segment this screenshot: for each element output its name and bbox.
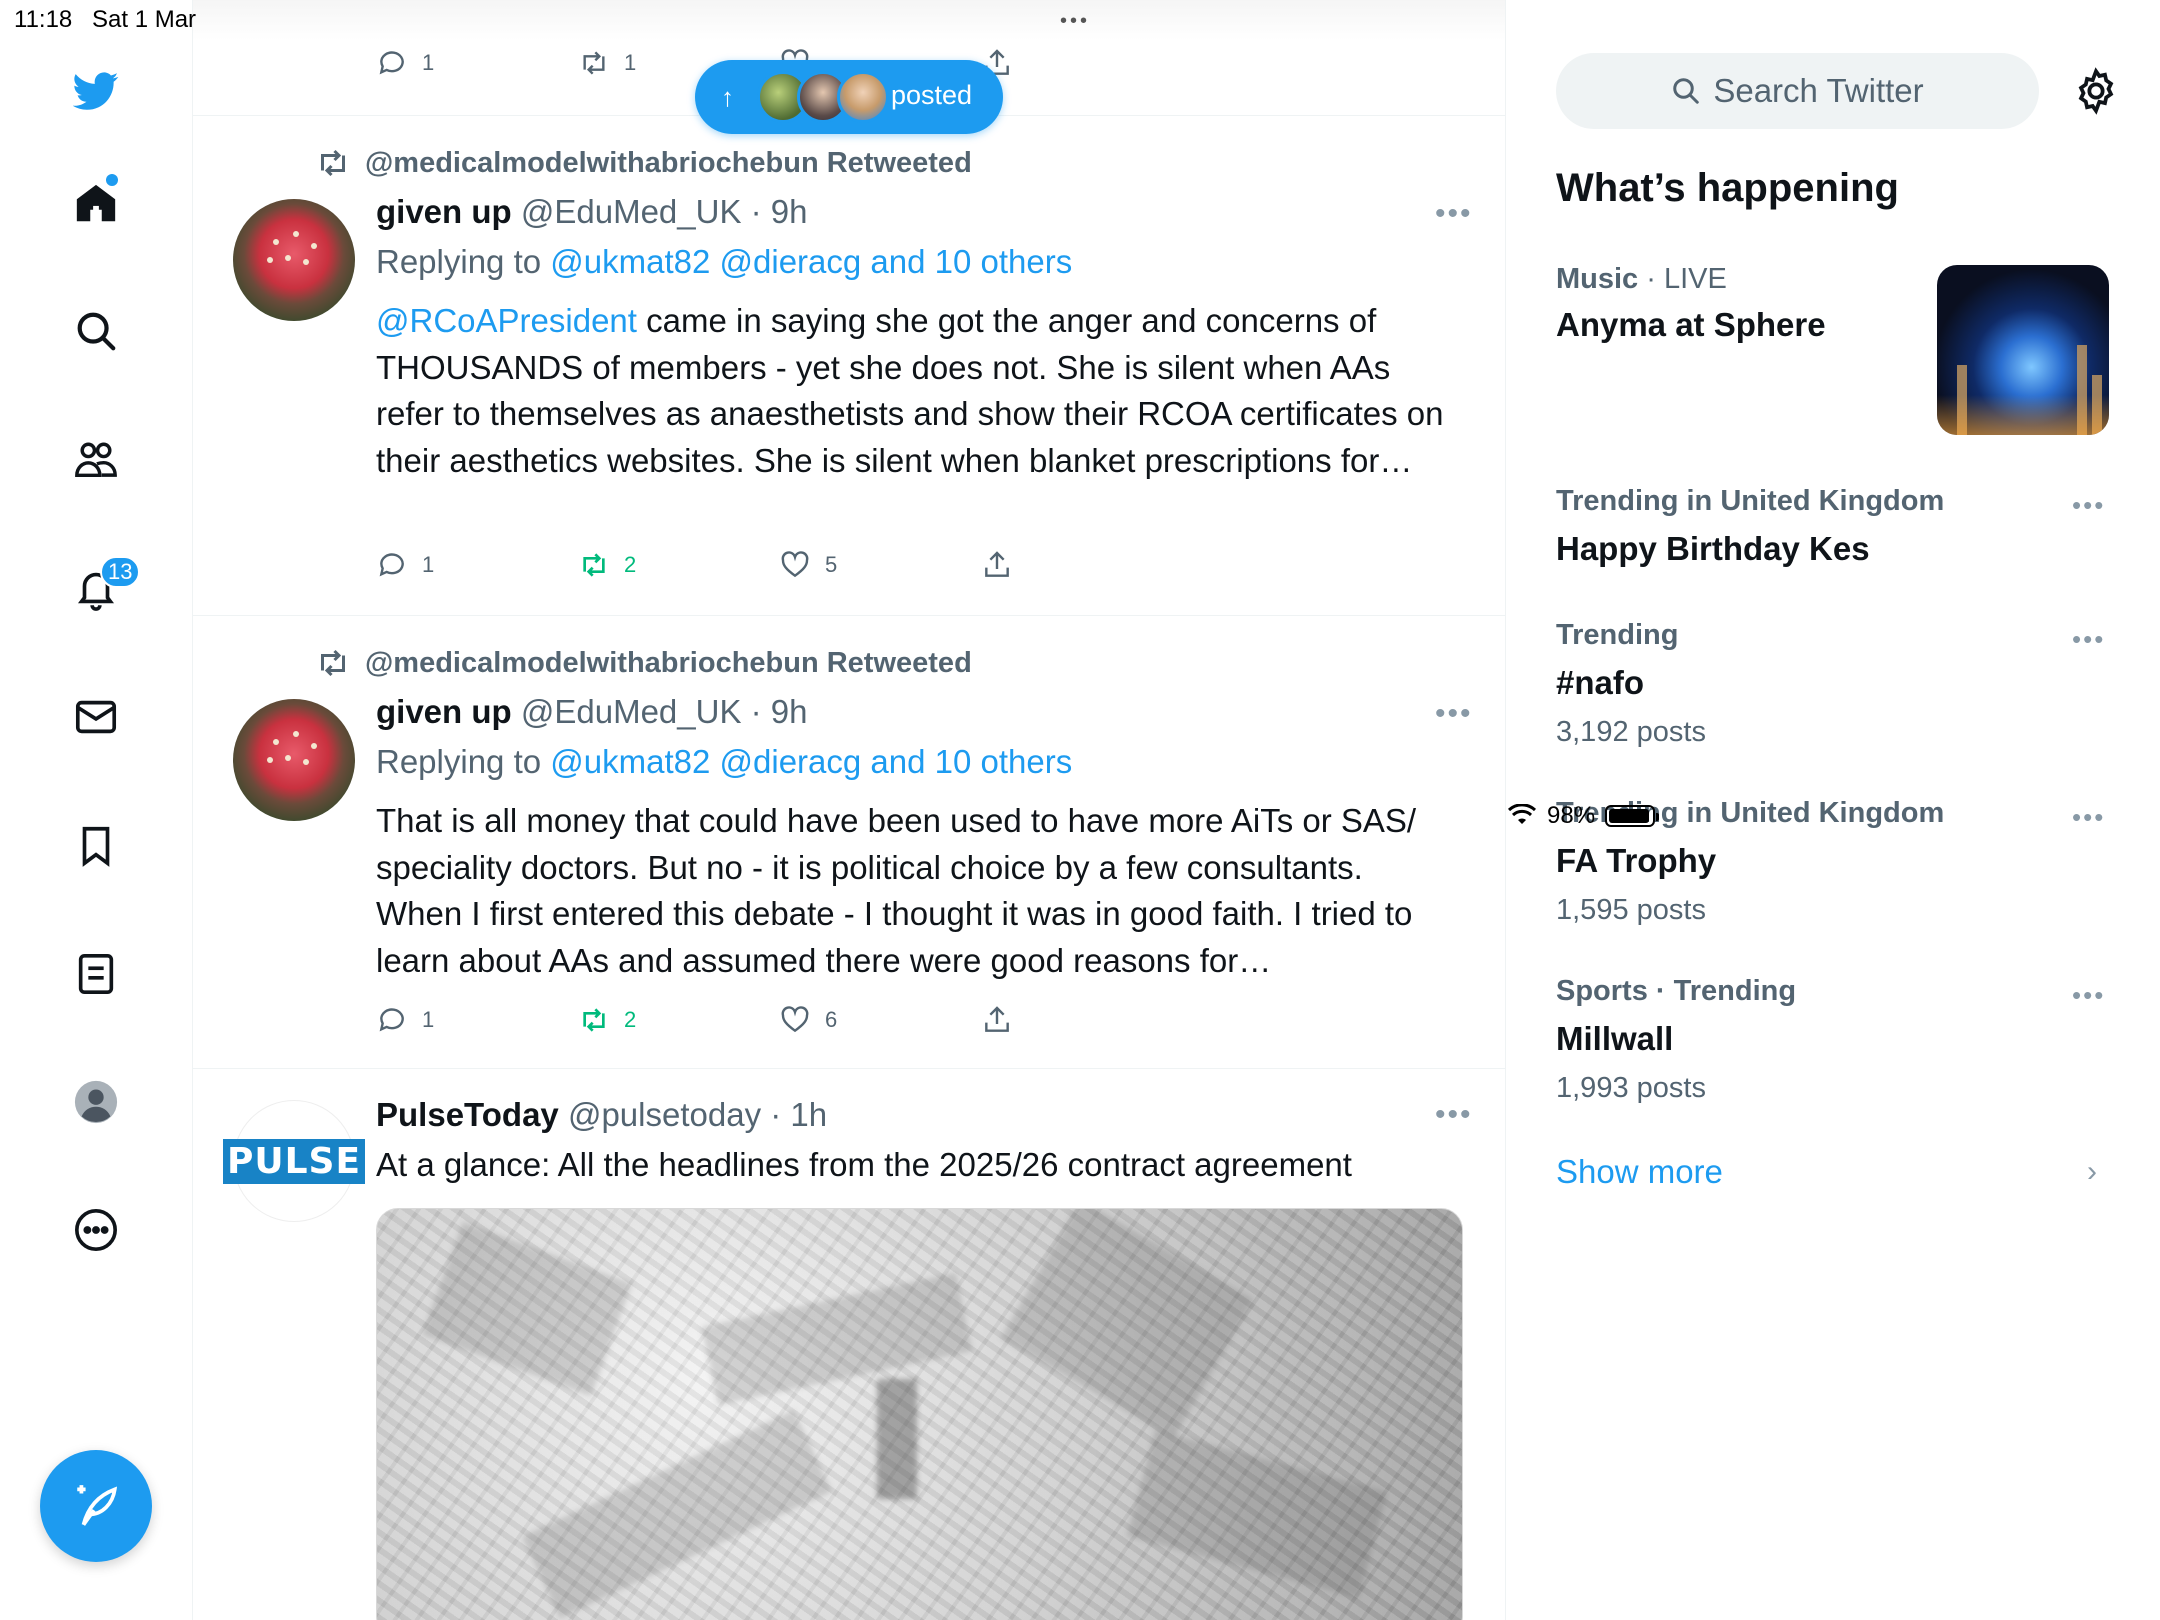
status-bar: 11:18 Sat 1 Mar ••• 98% xyxy=(0,0,2160,829)
retweet-count: 2 xyxy=(624,552,637,577)
timeline: 1 1 ↑ posted @medicalmodelwithabriochebu… xyxy=(193,0,1506,1620)
wifi-icon xyxy=(1507,804,1537,824)
retweet-icon xyxy=(583,51,605,75)
link-card-image[interactable] xyxy=(376,1208,1463,1620)
new-posts-pill[interactable]: ↑ posted xyxy=(695,60,1003,134)
tweet-more-icon[interactable]: ••• xyxy=(1435,697,1473,731)
compose-quill-icon xyxy=(77,1485,118,1526)
tweet-time: · 1h xyxy=(770,1096,828,1133)
reply-count: 1 xyxy=(422,1007,435,1032)
author-handle[interactable]: @EduMed_UK xyxy=(521,693,742,730)
compose-tweet-button[interactable] xyxy=(40,1450,152,1562)
replying-to-link[interactable]: @ukmat82 @dieracg and 10 others xyxy=(550,243,1072,280)
like-count: 6 xyxy=(825,1007,838,1032)
retweet-action[interactable]: 2 xyxy=(578,549,636,581)
heart-icon xyxy=(781,551,809,578)
author-name[interactable]: given up xyxy=(376,193,512,230)
retweet-icon xyxy=(583,1008,605,1032)
avatar[interactable]: PULSE xyxy=(222,1100,366,1222)
reply-action[interactable]: 1 xyxy=(376,549,434,581)
tweet[interactable]: @medicalmodelwithabriochebun Retweeted g… xyxy=(193,115,1505,615)
tweet-text: That is all money that could have been u… xyxy=(376,802,1417,979)
communities-icon[interactable] xyxy=(67,431,125,489)
home-new-indicator xyxy=(106,174,118,186)
replying-label: Replying to xyxy=(376,243,542,280)
avatar[interactable] xyxy=(233,699,355,821)
retweet-icon xyxy=(583,553,605,577)
bookmarks-icon[interactable] xyxy=(67,817,125,875)
share-action[interactable] xyxy=(981,1004,1013,1036)
lists-icon[interactable] xyxy=(67,945,125,1003)
battery-icon xyxy=(1605,805,1660,827)
status-time: 11:18 xyxy=(14,6,73,33)
share-icon xyxy=(985,551,1009,577)
avatar xyxy=(837,71,889,123)
reply-icon xyxy=(379,1008,404,1032)
author-handle[interactable]: @EduMed_UK xyxy=(521,193,742,230)
messages-envelope-icon[interactable] xyxy=(67,688,125,746)
retweet-icon xyxy=(321,649,345,677)
twitter-logo-icon[interactable] xyxy=(67,62,125,120)
notifications-badge: 13 xyxy=(100,556,141,588)
tweet-text: At a glance: All the headlines from the … xyxy=(376,1146,1352,1183)
tweet-more-icon[interactable]: ••• xyxy=(1435,197,1473,231)
like-action[interactable]: 5 xyxy=(779,549,837,581)
reply-count: 1 xyxy=(422,50,435,75)
retweet-count: 2 xyxy=(624,1007,637,1032)
retweet-count: 1 xyxy=(624,50,637,75)
author-name[interactable]: PulseToday xyxy=(376,1096,559,1133)
retweet-context: @medicalmodelwithabriochebun Retweeted xyxy=(315,645,972,681)
replying-to-link[interactable]: @ukmat82 @dieracg and 10 others xyxy=(550,743,1072,780)
pulse-logo: PULSE xyxy=(222,1138,366,1184)
status-date: Sat 1 Mar xyxy=(92,6,197,33)
share-action[interactable] xyxy=(981,549,1013,581)
retweet-action[interactable]: 1 xyxy=(578,47,636,79)
retweet-icon xyxy=(321,149,345,177)
tweet-time: · 9h xyxy=(750,693,808,730)
tweet-text: @RCoAPresident came in saying she got th… xyxy=(376,302,1444,479)
retweet-context: @medicalmodelwithabriochebun Retweeted xyxy=(315,145,972,181)
tweet[interactable]: @medicalmodelwithabriochebun Retweeted g… xyxy=(193,615,1505,1068)
retweet-action[interactable]: 2 xyxy=(578,1004,636,1036)
tweet-more-icon[interactable]: ••• xyxy=(1435,1098,1473,1132)
more-options-icon[interactable] xyxy=(67,1201,125,1259)
like-count: 5 xyxy=(825,552,838,577)
avatar[interactable] xyxy=(233,199,355,321)
new-posts-label: posted xyxy=(891,80,973,110)
reply-count: 1 xyxy=(422,552,435,577)
explore-search-icon[interactable] xyxy=(67,302,125,360)
tweet-time: · 9h xyxy=(750,193,808,230)
mention-link[interactable]: @RCoAPresident xyxy=(376,302,637,339)
author-handle[interactable]: @pulsetoday xyxy=(568,1096,761,1133)
replying-label: Replying to xyxy=(376,743,542,780)
reply-action[interactable]: 1 xyxy=(376,1004,434,1036)
multitasking-dots[interactable]: ••• xyxy=(1060,10,1090,33)
arrow-up-icon: ↑ xyxy=(721,81,734,112)
battery-percent: 98% xyxy=(1547,802,1596,829)
author-name[interactable]: given up xyxy=(376,693,512,730)
heart-icon xyxy=(781,1006,809,1033)
profile-avatar-icon[interactable] xyxy=(67,1073,125,1131)
reply-icon xyxy=(379,51,404,75)
reply-icon xyxy=(379,553,404,577)
left-navigation: 13 xyxy=(0,0,193,1620)
like-action[interactable]: 6 xyxy=(779,1004,837,1036)
share-icon xyxy=(985,1006,1009,1032)
reply-action[interactable]: 1 xyxy=(376,47,434,79)
